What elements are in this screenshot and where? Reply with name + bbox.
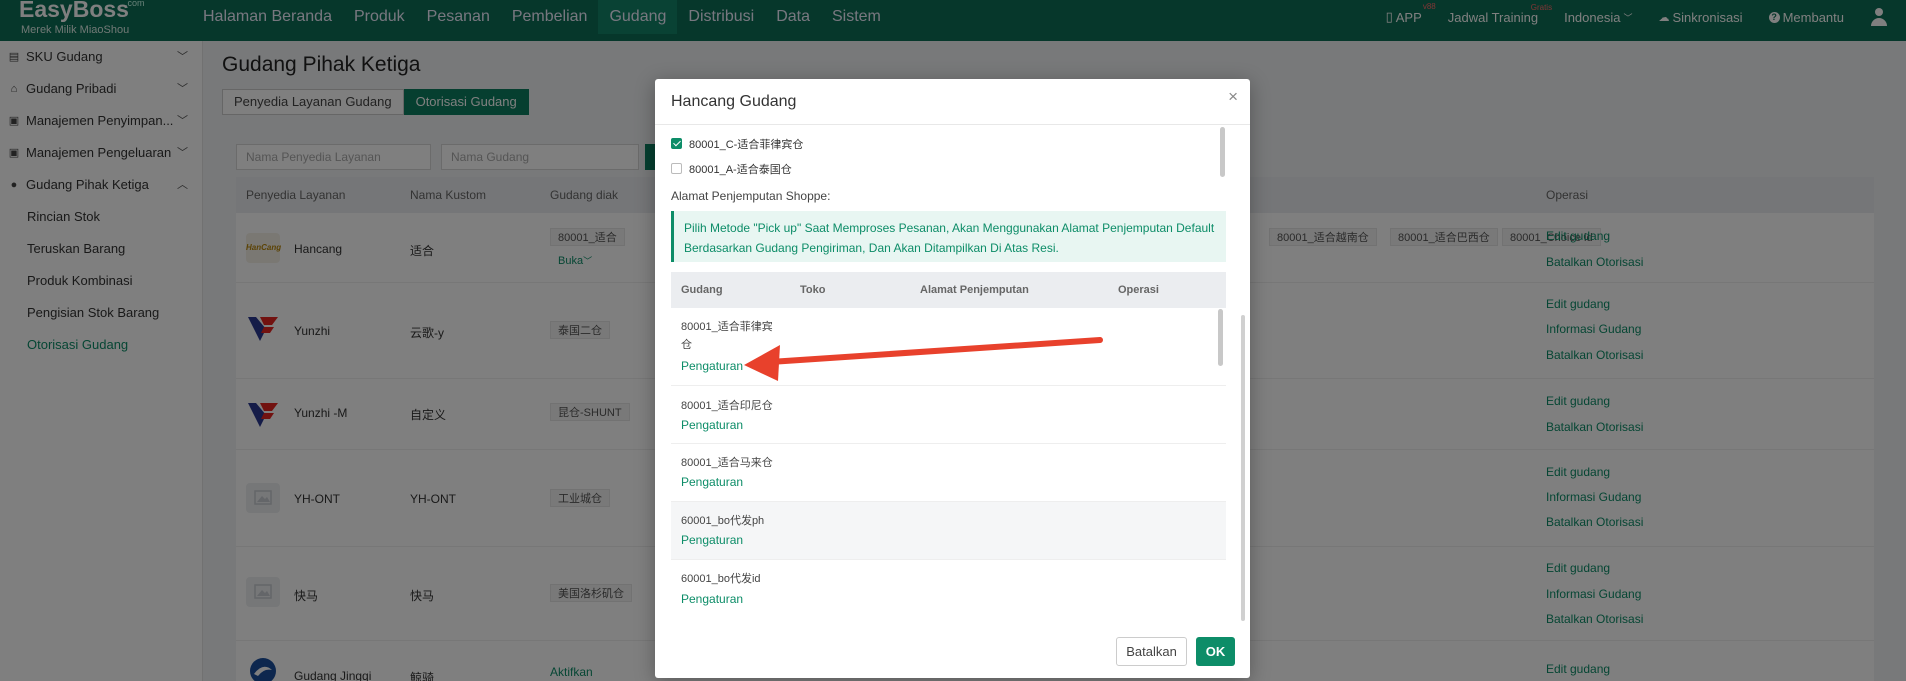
warehouse-name: 80001_适合印尼仓 (681, 400, 773, 412)
modal-scrollbar[interactable] (1241, 315, 1245, 621)
checkbox-label: 80001_A-适合泰国仓 (689, 163, 792, 176)
table-row: 60001_bo代发id Pengaturan (671, 560, 1226, 609)
table-row: 80001_适合菲律宾仓 Pengaturan (671, 308, 1226, 386)
close-icon[interactable]: × (1228, 87, 1238, 107)
warehouse-checkbox-row[interactable]: 80001_A-适合泰国仓 (671, 156, 1221, 181)
pickup-address-table: Gudang Toko Alamat Penjemputan Operasi 8… (671, 272, 1226, 609)
settings-link[interactable]: Pengaturan (681, 475, 743, 489)
warehouse-name: 80001_适合马来仓 (681, 457, 773, 469)
pickup-notice: Pilih Metode "Pick up" Saat Memproses Pe… (671, 211, 1226, 262)
table-row: 60001_bo代发ph Pengaturan (671, 502, 1226, 560)
table-row: 80001_适合马来仓 Pengaturan (671, 444, 1226, 502)
checkbox-unchecked[interactable] (671, 163, 682, 174)
pickup-table-header: Gudang Toko Alamat Penjemputan Operasi (671, 272, 1226, 308)
pickup-table-scrollbar[interactable] (1218, 309, 1223, 366)
warehouse-name: 80001_适合菲律宾仓 (681, 321, 773, 351)
settings-link[interactable]: Pengaturan (681, 592, 743, 606)
hancang-warehouse-modal: Hancang Gudang × 80001_C-适合菲律宾仓 80001_A-… (655, 79, 1250, 678)
settings-link[interactable]: Pengaturan (681, 418, 743, 432)
warehouse-name: 60001_bo代发ph (681, 515, 765, 527)
col-shop: Toko (800, 284, 826, 296)
modal-header: Hancang Gudang × (655, 79, 1250, 125)
col-operation: Operasi (1118, 284, 1159, 296)
checkbox-label: 80001_C-适合菲律宾仓 (689, 138, 804, 151)
warehouse-checkbox-row[interactable]: 80001_C-适合菲律宾仓 (671, 131, 1221, 156)
settings-link[interactable]: Pengaturan (681, 359, 743, 373)
checklist-scrollbar[interactable] (1220, 127, 1225, 177)
col-warehouse: Gudang (681, 284, 723, 296)
warehouse-name: 60001_bo代发id (681, 573, 761, 585)
modal-title: Hancang Gudang (671, 93, 797, 110)
col-pickup-address: Alamat Penjemputan (920, 284, 1029, 296)
checkbox-checked[interactable] (671, 138, 682, 149)
settings-link[interactable]: Pengaturan (681, 533, 743, 547)
pickup-address-label: Alamat Penjemputan Shoppe: (671, 189, 831, 203)
warehouse-checklist: 80001_C-适合菲律宾仓 80001_A-适合泰国仓 (671, 131, 1221, 183)
table-row: 80001_适合印尼仓 Pengaturan (671, 386, 1226, 444)
cancel-button[interactable]: Batalkan (1116, 637, 1187, 666)
ok-button[interactable]: OK (1196, 637, 1235, 666)
